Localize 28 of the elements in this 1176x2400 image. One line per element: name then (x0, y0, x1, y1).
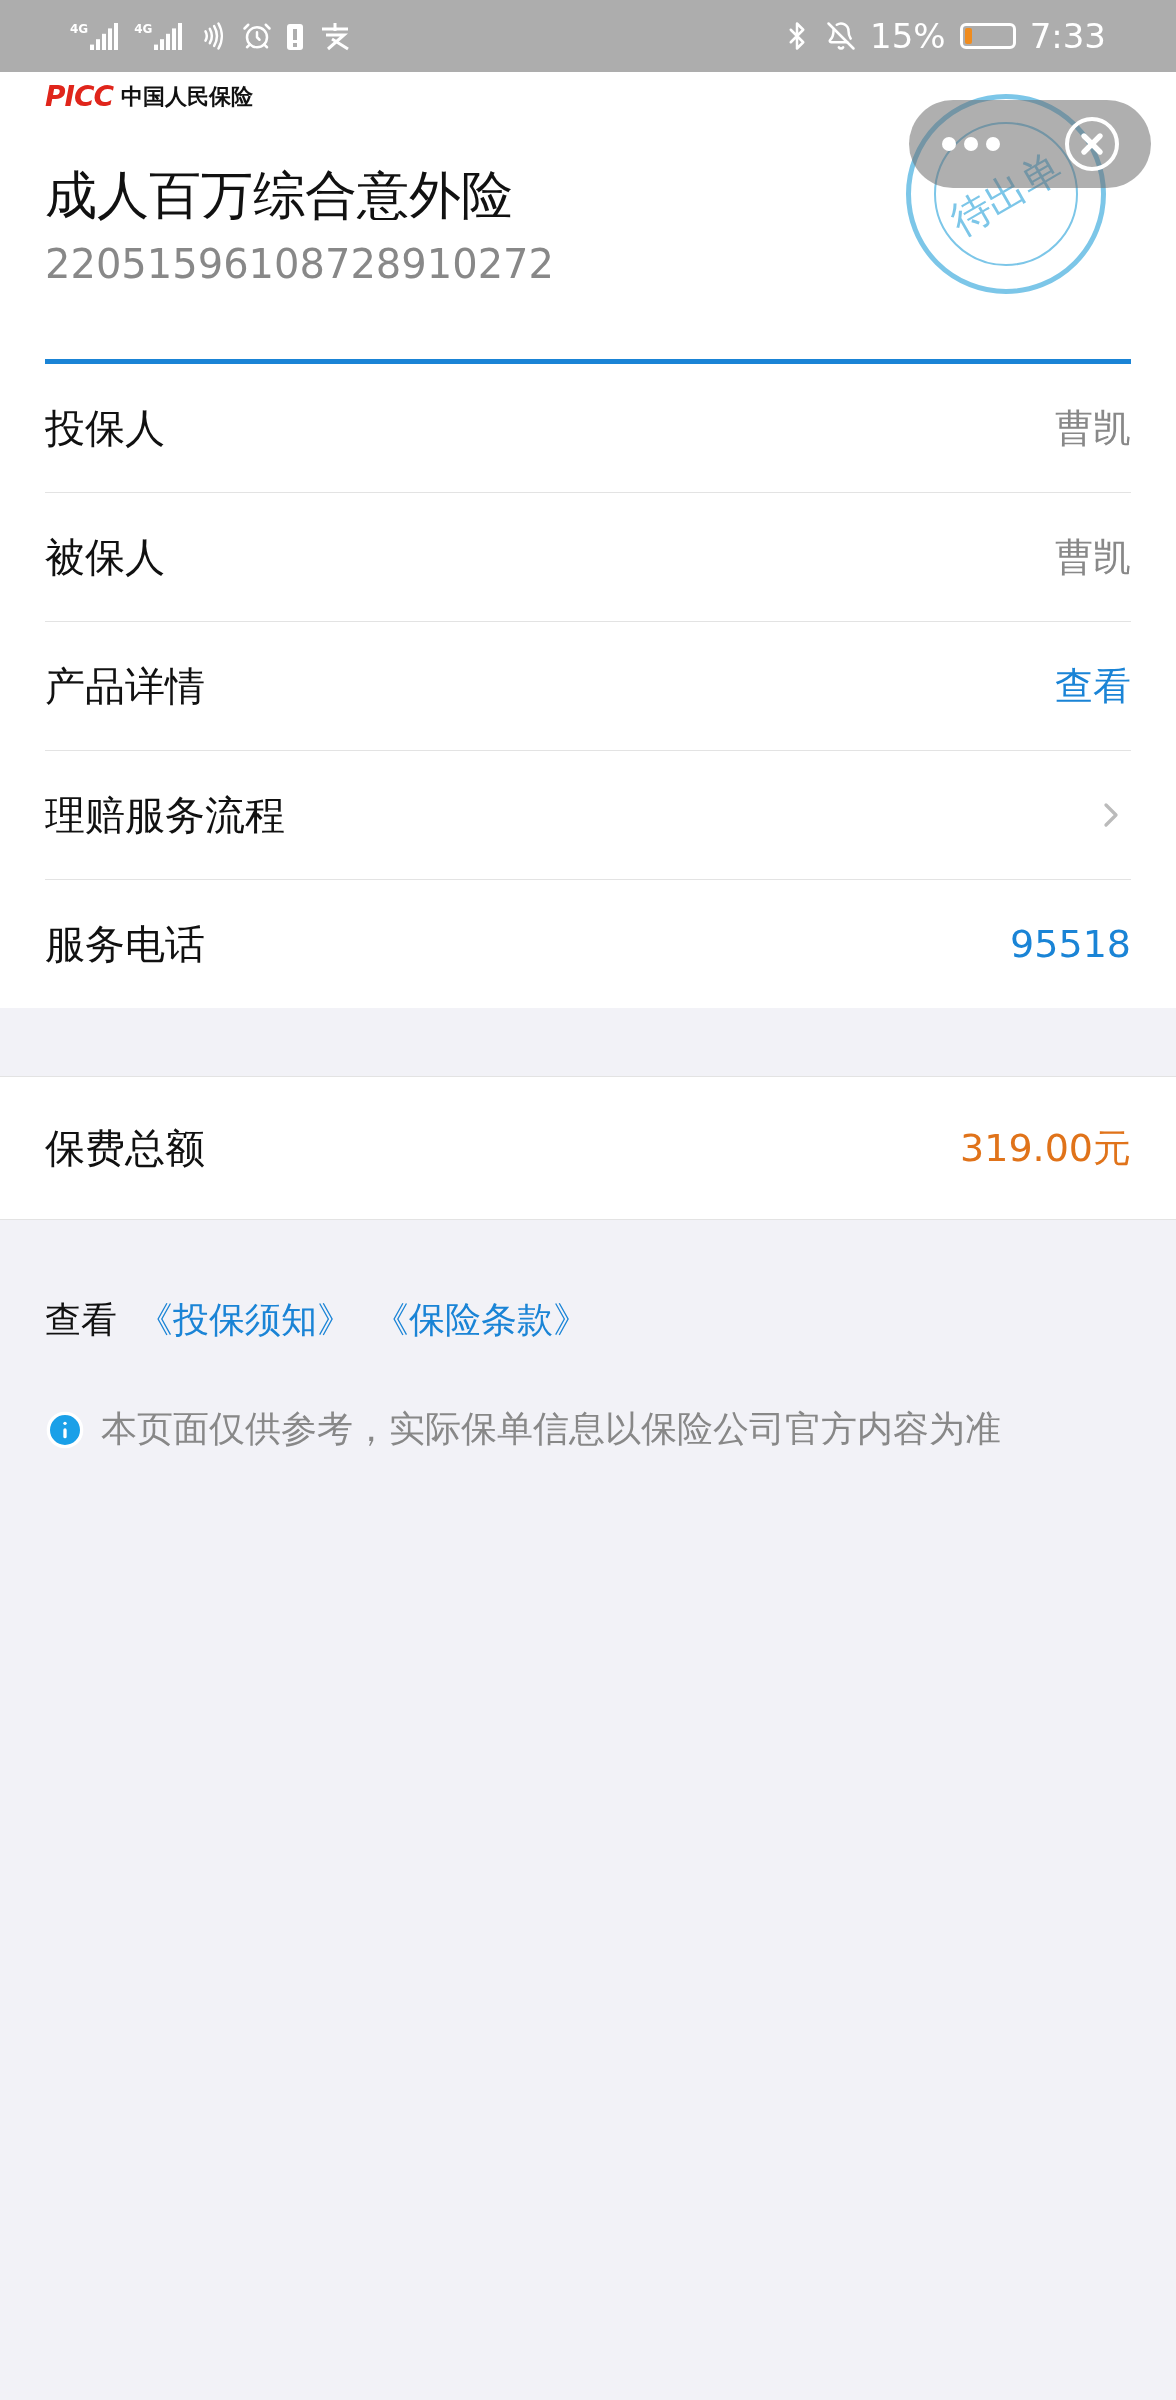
alarm-icon (242, 21, 273, 51)
row-label: 服务电话 (45, 919, 205, 969)
row-link[interactable]: 查看 (1055, 660, 1131, 712)
premium-label: 保费总额 (45, 1123, 205, 1173)
policy-title: 成人百万综合意外险 (45, 164, 513, 227)
battery-icon (959, 23, 1016, 49)
document-link[interactable]: 《投保须知》 (137, 1296, 353, 1345)
brand-logo: PICC (45, 80, 114, 113)
document-link[interactable]: 《保险条款》 (373, 1296, 589, 1345)
row-link[interactable]: 95518 (1010, 922, 1131, 966)
disclaimer-text: 本页面仅供参考，实际保单信息以保险公司官方内容为准 (101, 1407, 1001, 1451)
brand-name: 中国人民保险 (121, 82, 254, 111)
row-label: 被保人 (45, 532, 165, 582)
battery-percentage: 15% (870, 16, 946, 56)
more-icon[interactable] (941, 136, 1001, 152)
row-label: 产品详情 (45, 661, 205, 711)
mute-icon (826, 21, 857, 51)
premium-amount: 319.00元 (960, 1124, 1131, 1172)
row-value: 曹凯 (1055, 404, 1131, 452)
row-label: 投保人 (45, 403, 165, 453)
policy-number: 22051596108728910272 (45, 241, 554, 287)
clock: 7:33 (1029, 16, 1106, 56)
row-value: 曹凯 (1055, 533, 1131, 581)
documents-prefix: 查看 (45, 1298, 117, 1342)
row-label: 理赔服务流程 (45, 790, 285, 840)
close-button[interactable] (1065, 117, 1119, 171)
info-icon (45, 1409, 85, 1450)
battery-alert-icon (286, 21, 305, 51)
